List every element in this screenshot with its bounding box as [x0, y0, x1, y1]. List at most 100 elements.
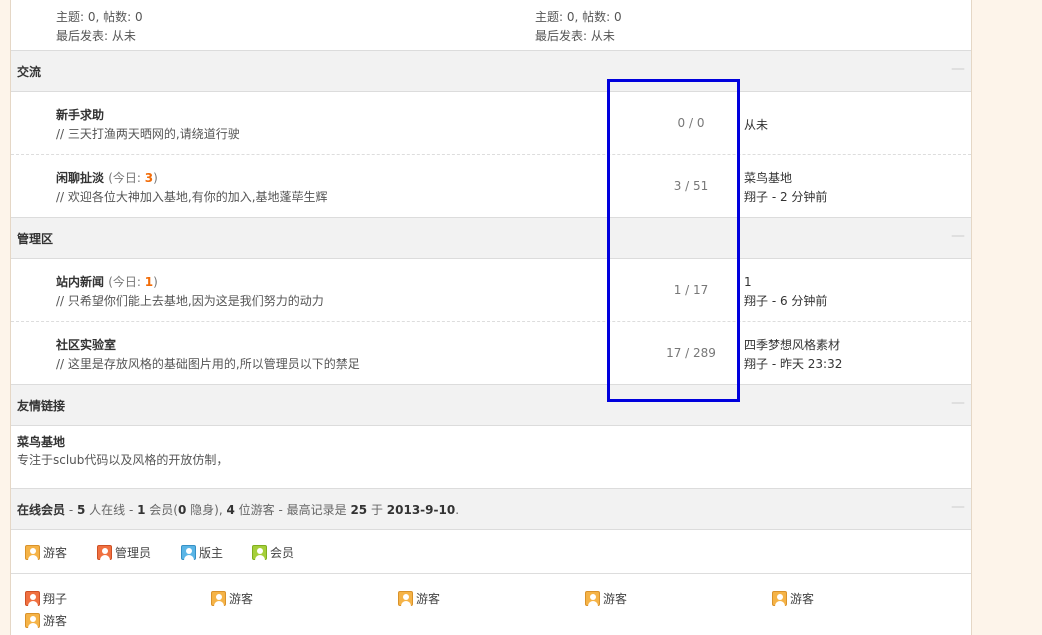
online-user: 游客 [585, 590, 627, 607]
today-label: (今日: [108, 275, 145, 289]
top-forum-right-last: 最后发表: 从未 [535, 29, 615, 43]
admin-icon [97, 545, 112, 560]
category-links: 友情链接 — [11, 384, 971, 426]
user-name: 游客 [43, 614, 68, 628]
legend-label: 游客 [43, 546, 68, 560]
online-text: . [455, 503, 460, 517]
collapse-icon[interactable]: — [951, 499, 965, 515]
top-forum-right-stats: 主题: 0, 帖数: 0 [535, 10, 622, 24]
top-forum-left-last: 最后发表: 从未 [56, 29, 136, 43]
forum-desc-news: // 只希望你们能上去基地,因为这是我们努力的动力 [56, 294, 324, 308]
online-guests: 4 [226, 503, 235, 517]
online-text: 位游客 - 最高记录是 [234, 503, 351, 517]
forum-last-news: 1 翔子 - 6 分钟前 [744, 273, 827, 311]
today-end: ) [153, 171, 158, 185]
forum-row-news: 站内新闻 (今日: 1) // 只希望你们能上去基地,因为这是我们努力的动力 1… [11, 259, 971, 322]
forum-last-author-lab[interactable]: 翔子 - 昨天 23:32 [744, 355, 842, 374]
online-text: 人在线 - [85, 503, 138, 517]
top-forum-left-stats: 主题: 0, 帖数: 0 [56, 10, 143, 24]
today-count-chat: (今日: 3) [108, 171, 158, 185]
collapse-icon[interactable]: — [951, 395, 965, 411]
guest-icon [398, 591, 413, 606]
legend-label: 会员 [270, 546, 295, 560]
forum-last-chat: 菜鸟基地 翔子 - 2 分钟前 [744, 169, 827, 207]
online-user: 游客 [211, 590, 253, 607]
top-forum-left: 主题: 0, 帖数: 0 最后发表: 从未 [56, 0, 143, 46]
today-number: 1 [144, 275, 154, 289]
legend-guest: 游客 [25, 544, 67, 561]
forum-name-help[interactable]: 新手求助 [56, 106, 104, 123]
user-legend: 游客 管理员 版主 会员 [11, 530, 971, 574]
guest-icon [25, 545, 40, 560]
legend-moderator: 版主 [181, 544, 223, 561]
today-end: ) [153, 275, 158, 289]
highlight-box [607, 79, 740, 402]
friend-link: 菜鸟基地 专注于sclub代码以及风格的开放仿制， [11, 425, 971, 487]
online-text: 会员( [145, 503, 178, 517]
user-name: 游客 [229, 592, 254, 606]
forum-last-thread-chat[interactable]: 菜鸟基地 [744, 169, 827, 188]
user-name: 游客 [603, 592, 628, 606]
forum-row-help: 新手求助 // 三天打渔两天晒网的,请绕道行驶 0 / 0 从未 [11, 92, 971, 155]
top-forum-right: 主题: 0, 帖数: 0 最后发表: 从未 [535, 0, 622, 46]
online-text: - [65, 503, 77, 517]
forum-last-help: 从未 [744, 116, 768, 135]
forum-last-thread-news[interactable]: 1 [744, 273, 827, 292]
moderator-icon [181, 545, 196, 560]
forum-name-news-text[interactable]: 站内新闻 [56, 275, 104, 289]
forum-last-author-news[interactable]: 翔子 - 6 分钟前 [744, 292, 827, 311]
top-forum-right-name[interactable] [535, 0, 622, 8]
online-user: 游客 [25, 612, 67, 629]
category-online: 在线会员 - 5 人在线 - 1 会员(0 隐身), 4 位游客 - 最高记录是… [11, 488, 971, 530]
today-count-news: (今日: 1) [108, 275, 158, 289]
category-admin-title[interactable]: 管理区 [17, 230, 53, 247]
forum-name-news[interactable]: 站内新闻 (今日: 1) [56, 273, 158, 290]
forum-name-lab[interactable]: 社区实验室 [56, 336, 116, 353]
category-admin: 管理区 — [11, 217, 971, 259]
today-number: 3 [144, 171, 154, 185]
collapse-icon[interactable]: — [951, 228, 965, 244]
user-name: 游客 [790, 592, 815, 606]
online-title[interactable]: 在线会员 [17, 503, 65, 517]
today-label: (今日: [108, 171, 145, 185]
forum-desc-lab: // 这里是存放风格的基础图片用的,所以管理员以下的禁足 [56, 357, 360, 371]
collapse-icon[interactable]: — [951, 61, 965, 77]
forum-last-post-help: 从未 [744, 118, 769, 132]
forum-row-lab: 社区实验室 // 这里是存放风格的基础图片用的,所以管理员以下的禁足 17 / … [11, 322, 971, 384]
guest-icon [772, 591, 787, 606]
forum-last-lab: 四季梦想风格素材 翔子 - 昨天 23:32 [744, 336, 842, 374]
friend-link-desc: 专注于sclub代码以及风格的开放仿制， [17, 453, 229, 467]
online-record: 25 [350, 503, 368, 517]
legend-member: 会员 [252, 544, 294, 561]
forum-last-author-chat[interactable]: 翔子 - 2 分钟前 [744, 188, 827, 207]
online-summary: 在线会员 - 5 人在线 - 1 会员(0 隐身), 4 位游客 - 最高记录是… [17, 501, 459, 518]
online-user[interactable]: 翔子 [25, 590, 67, 607]
online-record-date: 2013-9-10 [386, 503, 456, 517]
online-text: 隐身), [186, 503, 227, 517]
category-exchange-title[interactable]: 交流 [17, 63, 41, 80]
forum-row-chat: 闲聊扯淡 (今日: 3) // 欢迎各位大神加入基地,有你的加入,基地蓬荜生辉 … [11, 155, 971, 218]
online-text: 于 [367, 503, 387, 517]
forum-name-chat[interactable]: 闲聊扯淡 (今日: 3) [56, 169, 158, 186]
user-name: 游客 [416, 592, 441, 606]
category-exchange: 交流 — [11, 50, 971, 92]
guest-icon [211, 591, 226, 606]
forum-desc-chat: // 欢迎各位大神加入基地,有你的加入,基地蓬荜生辉 [56, 190, 328, 204]
member-icon [252, 545, 267, 560]
user-name[interactable]: 翔子 [43, 590, 67, 607]
category-links-title[interactable]: 友情链接 [17, 397, 65, 414]
legend-label: 管理员 [115, 546, 152, 560]
forum-desc-help: // 三天打渔两天晒网的,请绕道行驶 [56, 127, 240, 141]
forum-last-thread-lab[interactable]: 四季梦想风格素材 [744, 336, 842, 355]
guest-icon [585, 591, 600, 606]
friend-link-name[interactable]: 菜鸟基地 [17, 433, 65, 450]
forum-name-chat-text[interactable]: 闲聊扯淡 [56, 171, 104, 185]
admin-icon [25, 591, 40, 606]
top-forum-left-name[interactable] [56, 0, 143, 8]
forum-container: 主题: 0, 帖数: 0 最后发表: 从未 主题: 0, 帖数: 0 最后发表:… [10, 0, 972, 635]
online-user: 游客 [398, 590, 440, 607]
legend-label: 版主 [199, 546, 224, 560]
guest-icon [25, 613, 40, 628]
top-forum-row: 主题: 0, 帖数: 0 最后发表: 从未 主题: 0, 帖数: 0 最后发表:… [11, 0, 971, 50]
legend-admin: 管理员 [97, 544, 151, 561]
